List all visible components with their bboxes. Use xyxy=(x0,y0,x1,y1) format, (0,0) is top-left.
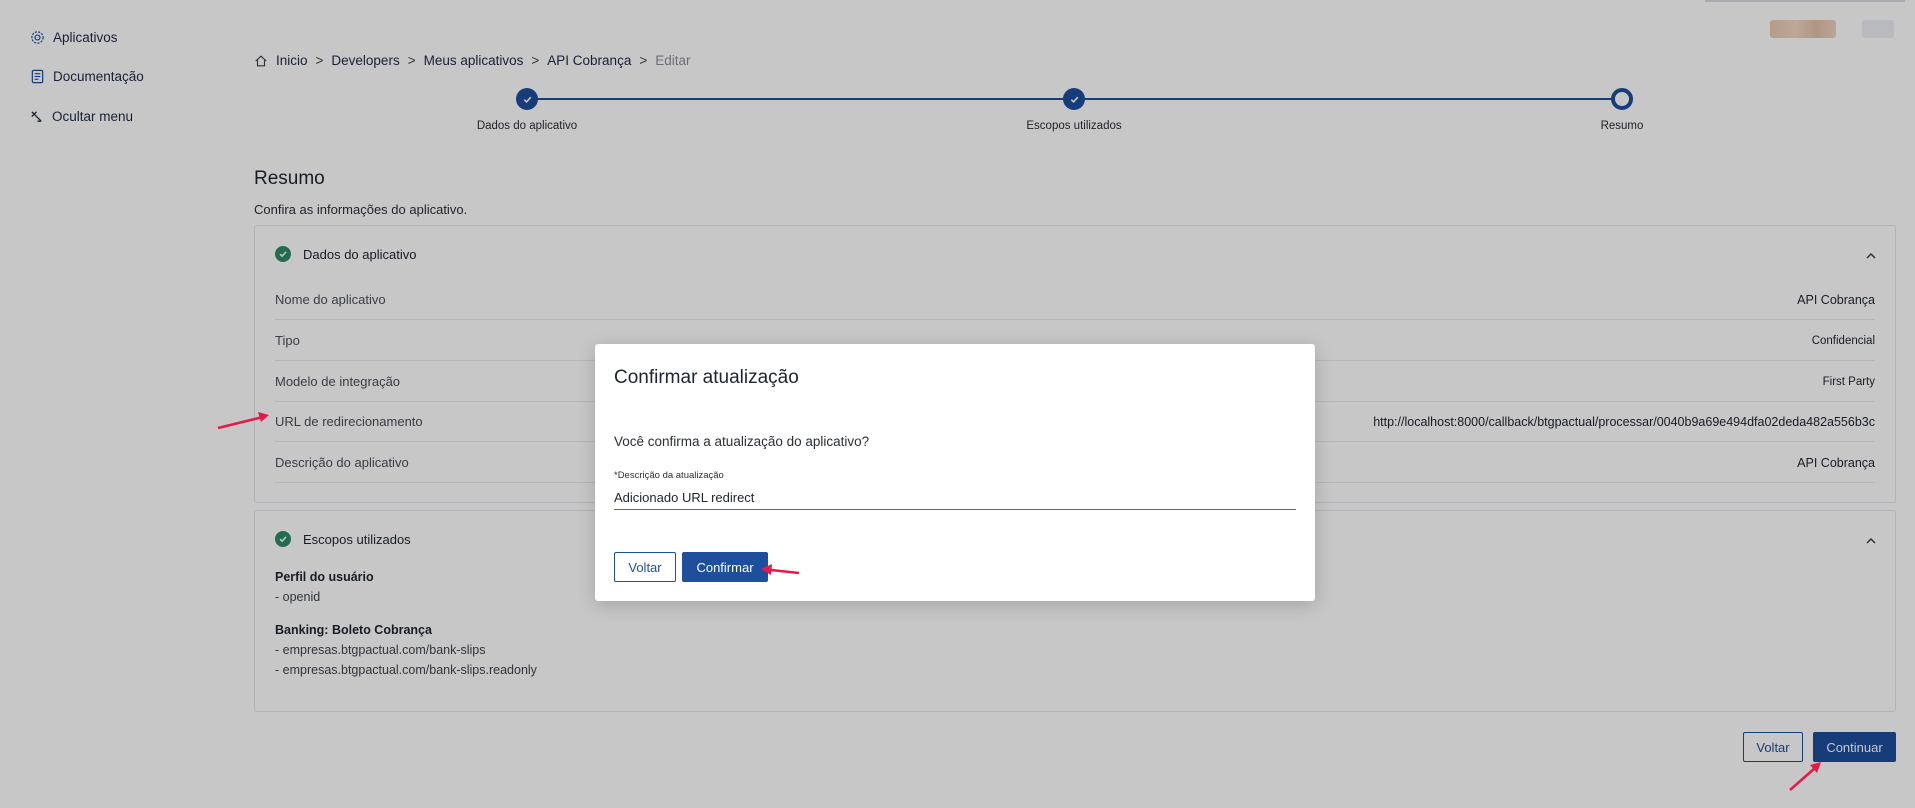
page-root: Aplicativos Documentação Ocultar menu In… xyxy=(0,0,1915,808)
dialog-question: Você confirma a atualização do aplicativ… xyxy=(614,434,870,449)
dialog-title: Confirmar atualização xyxy=(614,367,799,388)
update-description-input[interactable] xyxy=(614,486,1296,510)
dialog-confirm-button[interactable]: Confirmar xyxy=(682,552,768,582)
confirm-update-dialog: Confirmar atualização Você confirma a at… xyxy=(595,344,1315,601)
update-description-label: *Descrição da atualização xyxy=(614,470,724,481)
dialog-back-button[interactable]: Voltar xyxy=(614,552,676,582)
